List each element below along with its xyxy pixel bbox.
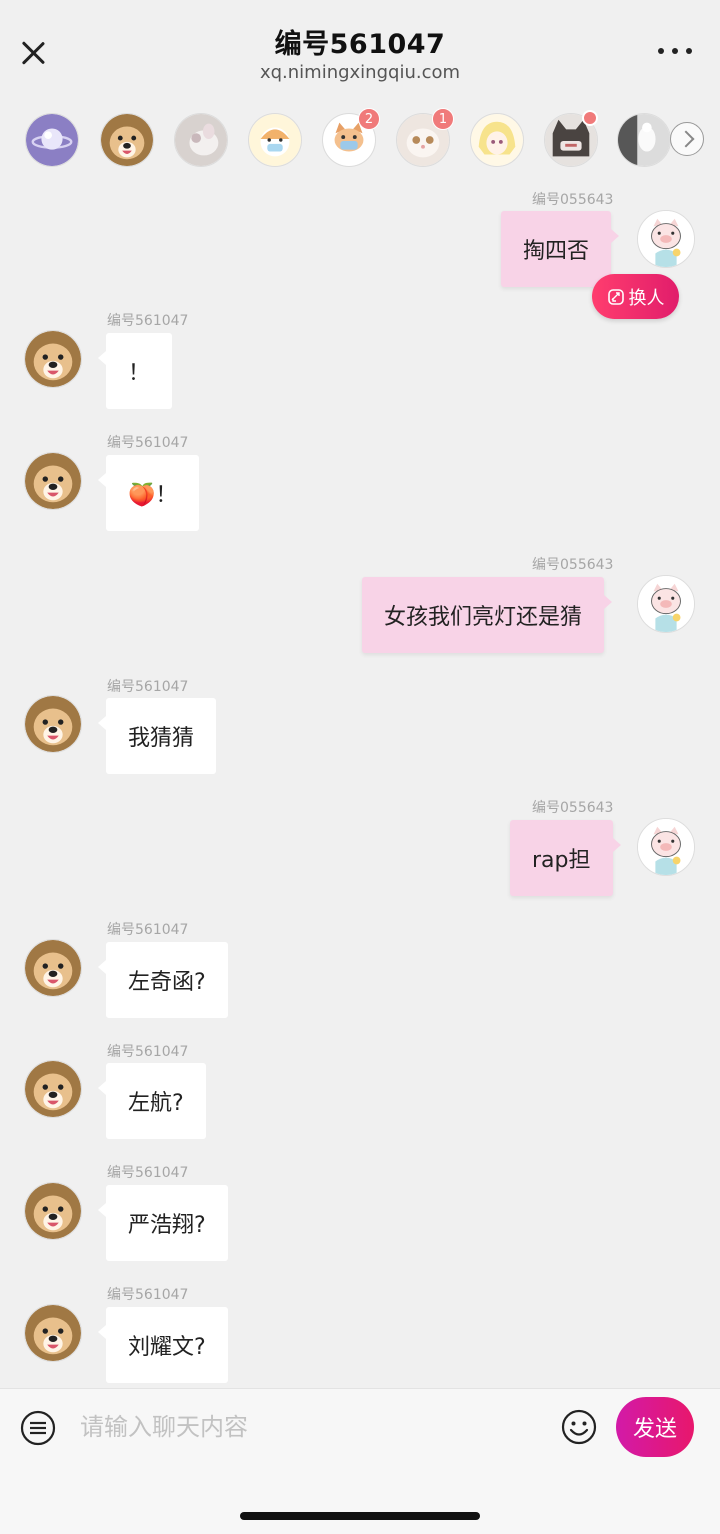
cartoon-girl-avatar[interactable] [248, 113, 302, 167]
sender-label: 编号055643 [532, 800, 614, 816]
planet-icon[interactable] [25, 113, 79, 167]
sender-label: 编号561047 [107, 922, 189, 938]
outgoing-message[interactable]: 掏四否 [501, 211, 620, 287]
site-url: xq.nimingxingqiu.com [259, 62, 461, 83]
incoming-message[interactable]: 🍑！ [97, 455, 200, 531]
incoming-message[interactable]: 左奇函? [98, 942, 228, 1018]
pig-avatar[interactable] [637, 210, 695, 268]
dog-avatar[interactable] [100, 113, 154, 167]
outgoing-message[interactable]: 女孩我们亮灯还是猜 [362, 577, 613, 653]
chevron-right-icon[interactable] [670, 122, 704, 156]
menu-icon[interactable] [20, 1410, 56, 1446]
chat-title: 编号561047 [274, 29, 446, 60]
sender-label: 编号561047 [107, 1165, 189, 1181]
dog-avatar[interactable] [24, 1304, 82, 1362]
figure-avatar[interactable] [617, 113, 671, 167]
home-indicator [240, 1512, 480, 1520]
emoji-icon[interactable] [561, 1409, 597, 1445]
sender-label: 编号561047 [107, 313, 189, 329]
cat-photo-avatar[interactable] [174, 113, 228, 167]
sender-label: 编号055643 [532, 192, 614, 208]
sender-label: 编号561047 [107, 1287, 189, 1303]
sender-label: 编号055643 [532, 557, 614, 573]
dog-avatar[interactable] [24, 695, 82, 753]
sender-label: 编号561047 [107, 1044, 189, 1060]
dog-avatar[interactable] [24, 1182, 82, 1240]
outgoing-message[interactable]: rap担 [510, 820, 620, 896]
incoming-message[interactable]: 刘耀文? [98, 1307, 228, 1383]
swap-person-button[interactable]: 换人 [592, 274, 679, 319]
chat-header: 编号561047 xq.nimingxingqiu.com [0, 0, 720, 100]
chat-input[interactable] [80, 1405, 540, 1449]
unread-badge: 2 [358, 108, 380, 130]
anime-girl-avatar[interactable] [470, 113, 524, 167]
sender-label: 编号561047 [107, 679, 189, 695]
incoming-message[interactable]: 左航? [98, 1063, 206, 1139]
swap-button-label: 换人 [628, 287, 665, 309]
pig-avatar[interactable] [637, 818, 695, 876]
dog-avatar[interactable] [24, 452, 82, 510]
dog-avatar[interactable] [24, 1060, 82, 1118]
unread-dot [582, 110, 598, 126]
incoming-message[interactable]: ！ [97, 333, 173, 409]
incoming-message[interactable]: 我猜猜 [97, 698, 217, 774]
dog-avatar[interactable] [24, 330, 82, 388]
dog-avatar[interactable] [24, 939, 82, 997]
send-button[interactable]: 发送 [616, 1397, 694, 1457]
pig-avatar[interactable] [637, 575, 695, 633]
unread-badge: 1 [432, 108, 454, 130]
swap-icon [607, 288, 624, 305]
incoming-message[interactable]: 严浩翔? [98, 1185, 228, 1261]
sender-label: 编号561047 [107, 435, 189, 451]
more-options-icon[interactable] [658, 46, 692, 56]
contact-strip: 2 1 [0, 104, 720, 176]
